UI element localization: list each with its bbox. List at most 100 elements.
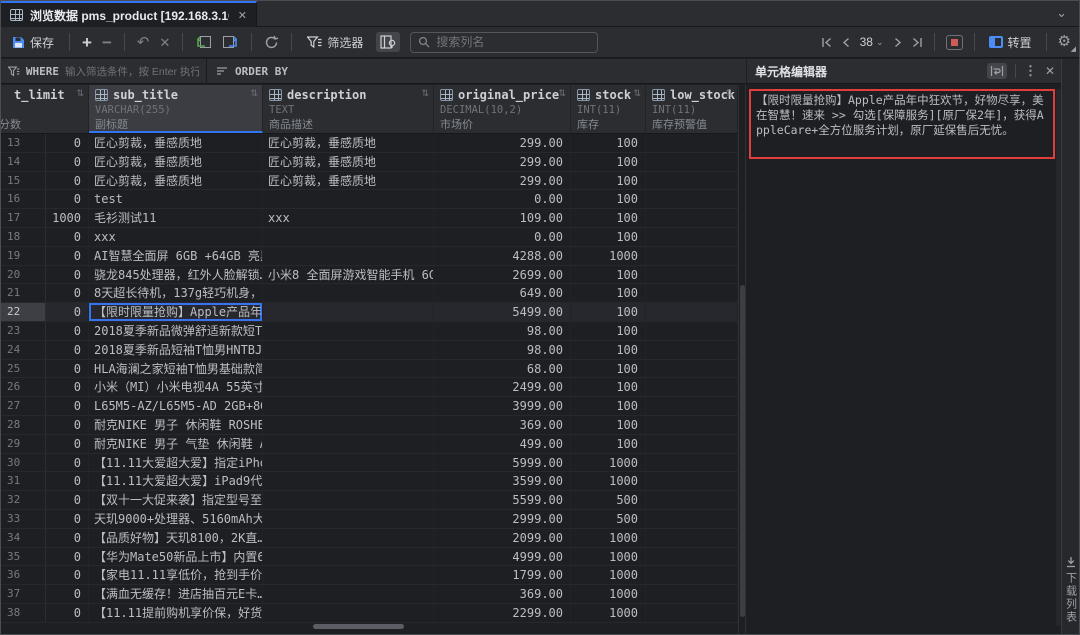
grid-cell[interactable]: 68.00 — [434, 360, 571, 378]
grid-cell[interactable]: 匠心剪裁，垂感质地 — [89, 153, 263, 171]
import-icon[interactable] — [195, 35, 212, 49]
grid-cell[interactable] — [646, 435, 738, 453]
grid-cell[interactable]: 8天超长待机，137g轻巧机身，… — [89, 284, 263, 302]
column-header-t_limit[interactable]: t_limit⇅分数 — [1, 85, 89, 133]
grid-cell[interactable]: AI智慧全面屏 6GB +64GB 亮黑… — [89, 247, 263, 265]
grid-cell[interactable]: 0 — [46, 435, 89, 453]
grid-cell[interactable]: 毛衫测试11 — [89, 209, 263, 227]
chevron-down-icon[interactable]: ⌄ — [1056, 5, 1067, 21]
grid-cell[interactable]: 100 — [571, 322, 646, 340]
sort-icon[interactable]: ⇅ — [421, 88, 429, 99]
row-number[interactable]: 23 — [1, 322, 46, 340]
grid-cell[interactable] — [646, 209, 738, 227]
grid-cell[interactable]: 【品质好物】天玑8100，2K直… — [89, 529, 263, 547]
sort-icon[interactable]: ⇅ — [250, 88, 258, 99]
grid-cell[interactable]: 100 — [571, 228, 646, 246]
row-number[interactable]: 14 — [1, 153, 46, 171]
grid-cell[interactable]: 1000 — [571, 604, 646, 622]
grid-cell[interactable] — [646, 284, 738, 302]
grid-cell[interactable]: 98.00 — [434, 341, 571, 359]
prev-page-button[interactable] — [842, 37, 851, 48]
grid-cell[interactable]: 0 — [46, 172, 89, 190]
column-header-sub_title[interactable]: sub_title⇅VARCHAR(255)副标题 — [89, 85, 263, 133]
grid-cell[interactable] — [646, 228, 738, 246]
grid-cell[interactable] — [263, 548, 434, 566]
grid-cell[interactable] — [646, 416, 738, 434]
vertical-scrollbar-track[interactable] — [738, 85, 746, 634]
grid-cell[interactable]: 3999.00 — [434, 397, 571, 415]
grid-cell[interactable] — [263, 190, 434, 208]
grid-cell[interactable]: 匠心剪裁，垂感质地 — [263, 153, 434, 171]
grid-cell[interactable]: 100 — [571, 209, 646, 227]
grid-cell[interactable]: 100 — [571, 303, 646, 321]
grid-cell[interactable] — [646, 397, 738, 415]
grid-cell[interactable]: 0 — [46, 360, 89, 378]
grid-cell[interactable] — [263, 360, 434, 378]
grid-cell[interactable] — [646, 604, 738, 622]
row-number[interactable]: 28 — [1, 416, 46, 434]
grid-cell[interactable]: 299.00 — [434, 172, 571, 190]
grid-cell[interactable] — [263, 585, 434, 603]
filter-button[interactable]: 筛选器 — [304, 32, 366, 53]
grid-cell[interactable] — [646, 190, 738, 208]
grid-cell[interactable]: 小米（MI）小米电视4A 55英寸… — [89, 378, 263, 396]
row-number[interactable]: 38 — [1, 604, 46, 622]
sort-icon[interactable]: ⇅ — [76, 88, 84, 99]
transpose-button[interactable]: 转置 — [986, 32, 1035, 53]
save-button[interactable]: 保存 — [9, 32, 57, 53]
grid-cell[interactable] — [263, 284, 434, 302]
grid-cell[interactable]: 1000 — [571, 529, 646, 547]
sort-icon[interactable]: ⇅ — [633, 88, 641, 99]
grid-cell[interactable]: 0 — [46, 510, 89, 528]
row-number[interactable]: 21 — [1, 284, 46, 302]
grid-cell[interactable]: test — [89, 190, 263, 208]
grid-cell[interactable]: 100 — [571, 172, 646, 190]
grid-cell[interactable] — [263, 416, 434, 434]
search-input[interactable] — [436, 35, 590, 49]
grid-cell[interactable]: 【双十一大促来袭】指定型号至… — [89, 491, 263, 509]
grid-cell[interactable]: 0 — [46, 378, 89, 396]
revert-button[interactable]: ✕ — [159, 36, 170, 49]
grid-cell[interactable] — [646, 378, 738, 396]
grid-cell[interactable] — [263, 228, 434, 246]
grid-cell[interactable]: 【11.11提前购机享价保，好货… — [89, 604, 263, 622]
page-size-select[interactable]: 38 ⌄ — [860, 35, 884, 49]
row-number[interactable]: 33 — [1, 510, 46, 528]
row-number[interactable]: 25 — [1, 360, 46, 378]
grid-cell[interactable]: 100 — [571, 134, 646, 152]
grid-cell[interactable]: 100 — [571, 266, 646, 284]
grid-cell[interactable]: 2699.00 — [434, 266, 571, 284]
grid-cell[interactable] — [263, 510, 434, 528]
grid-cell[interactable]: xxx — [89, 228, 263, 246]
cell-editor-textarea[interactable]: 【限时限量抢购】Apple产品年中狂欢节，好物尽享，美在智慧！速来 >> 勾选[… — [749, 89, 1055, 159]
grid-cell[interactable]: 0 — [46, 284, 89, 302]
grid-cell[interactable] — [646, 134, 738, 152]
grid-cell[interactable]: 0 — [46, 585, 89, 603]
grid-cell[interactable]: 369.00 — [434, 585, 571, 603]
grid-cell[interactable]: 耐克NIKE 男子 休闲鞋 ROSHE … — [89, 416, 263, 434]
grid-cell[interactable]: 匠心剪裁，垂感质地 — [263, 134, 434, 152]
soft-wrap-button[interactable] — [987, 63, 1007, 79]
next-page-button[interactable] — [893, 37, 902, 48]
grid-cell[interactable]: 耐克NIKE 男子 气垫 休闲鞋 A… — [89, 435, 263, 453]
grid-cell[interactable] — [263, 435, 434, 453]
undo-button[interactable]: ↶ — [137, 35, 150, 50]
grid-cell[interactable]: 100 — [571, 360, 646, 378]
horizontal-scrollbar[interactable] — [313, 624, 404, 629]
grid-cell[interactable]: 109.00 — [434, 209, 571, 227]
grid-cell[interactable]: 1000 — [571, 472, 646, 490]
grid-cell[interactable]: 天玑9000+处理器、5160mAh大… — [89, 510, 263, 528]
grid-cell[interactable]: 0 — [46, 134, 89, 152]
row-number[interactable]: 27 — [1, 397, 46, 415]
grid-cell[interactable]: 0 — [46, 548, 89, 566]
row-number[interactable]: 37 — [1, 585, 46, 603]
grid-cell[interactable]: 3599.00 — [434, 472, 571, 490]
column-header-low_stock[interactable]: low_stock⇅INT(11)库存预警值 — [646, 85, 738, 133]
grid-cell[interactable] — [646, 247, 738, 265]
close-icon[interactable]: ✕ — [238, 9, 247, 22]
grid-cell[interactable]: 0 — [46, 266, 89, 284]
grid-cell[interactable]: 0 — [46, 416, 89, 434]
column-header-original_price[interactable]: original_price⇅DECIMAL(10,2)市场价 — [434, 85, 571, 133]
grid-cell[interactable] — [646, 566, 738, 584]
grid-cell[interactable] — [263, 472, 434, 490]
